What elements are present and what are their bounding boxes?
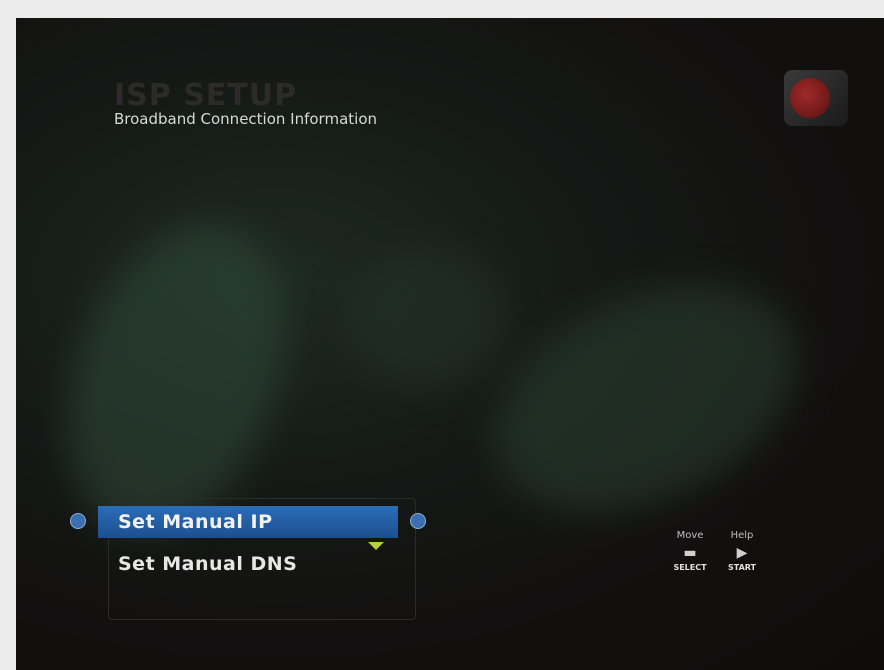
tv-frame: ISP SETUP Broadband Connection Informati… [0,0,884,670]
hint-help-key: START [727,563,757,572]
logo-emblem [790,78,830,118]
hint-help: Help ▶ START [712,530,772,572]
page-title-watermark: ISP SETUP [114,78,298,113]
menu-item-set-manual-ip[interactable]: Set Manual IP [98,506,398,538]
hint-move: Move ▬ SELECT [660,530,720,572]
background-shape [458,239,834,557]
brand-logo [784,70,848,126]
page-subtitle: Broadband Connection Information [114,110,377,128]
hint-move-key: SELECT [673,563,707,572]
left-arrow-icon[interactable] [70,513,86,529]
hint-move-label: Move [676,530,704,541]
select-button-icon: ▬ [683,545,697,561]
menu-item-set-manual-dns[interactable]: Set Manual DNS [98,548,398,580]
scroll-down-icon[interactable] [368,542,384,550]
right-arrow-icon[interactable] [410,513,426,529]
hint-help-label: Help [730,530,754,541]
background-shape [346,248,506,388]
start-button-icon: ▶ [736,545,748,561]
